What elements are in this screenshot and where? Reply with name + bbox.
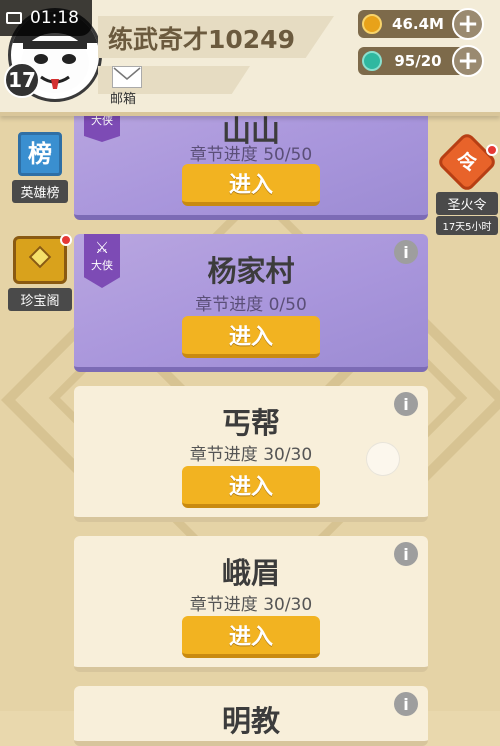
hero-rank-label: 英雄榜 [12,180,68,203]
enter-button[interactable]: 进入 [182,316,320,358]
status-overlay: 01:18 [0,0,92,36]
coin-value: 46.4M [392,15,444,33]
holy-fire-token-icon: 令 [435,130,499,194]
chapter-card-4: i 明教 [74,686,428,746]
notification-dot [486,144,498,156]
enter-button[interactable]: 进入 [182,164,320,206]
chapter-progress: 章节进度 0/50 [195,295,307,315]
chapter-card-3: i 峨眉 章节进度 30/30 进入 [74,536,428,672]
enter-button[interactable]: 进入 [182,466,320,508]
chapter-card-1: ⚔ 大侠 i 杨家村 章节进度 0/50 进入 [74,234,428,372]
chapter-title: 杨家村 [207,254,295,288]
player-level-badge: 17 [4,62,40,98]
hero-rank-button[interactable]: 榜 英雄榜 [12,132,68,203]
floating-touch-button[interactable] [366,442,400,476]
chapter-progress: 章节进度 50/50 [189,145,313,165]
treasure-pavilion-label: 珍宝阁 [8,288,72,311]
chapter-title: 丐帮 [221,406,280,440]
treasure-chest-icon [13,236,67,284]
hero-rank-glyph: 榜 [28,140,52,168]
coin-counter: 46.4M + [358,8,484,40]
holy-fire-token-button[interactable]: 令 圣火令 17天5小时 [435,130,499,235]
treasure-pavilion-button[interactable]: 珍宝阁 [8,234,72,311]
hero-rank-icon: 榜 [18,132,62,176]
clock: 01:18 [30,8,79,28]
holy-fire-token-label: 圣火令 [436,192,498,215]
add-gem-button[interactable]: + [452,45,484,77]
enter-button[interactable]: 进入 [182,616,320,658]
chapter-title: 明教 [221,704,280,738]
player-name: 练武奇才10249 [108,25,295,54]
chest-gem [28,245,52,269]
gem-counter: 95/20 + [358,45,484,77]
chapter-title: 峨眉 [221,556,280,590]
mail-label: 邮箱 [110,92,137,107]
coin-icon [362,14,382,34]
mail-icon[interactable] [112,66,142,88]
gem-value: 95/20 [394,52,442,70]
envelope-icon [113,67,141,80]
gem-icon [362,51,382,71]
notification-dot [60,234,72,246]
add-coin-button[interactable]: + [452,8,484,40]
holy-fire-glyph: 令 [457,150,477,174]
screen-record-icon [6,12,22,24]
holy-fire-token-timer: 17天5小时 [436,216,498,235]
chapter-progress: 章节进度 30/30 [189,595,313,615]
